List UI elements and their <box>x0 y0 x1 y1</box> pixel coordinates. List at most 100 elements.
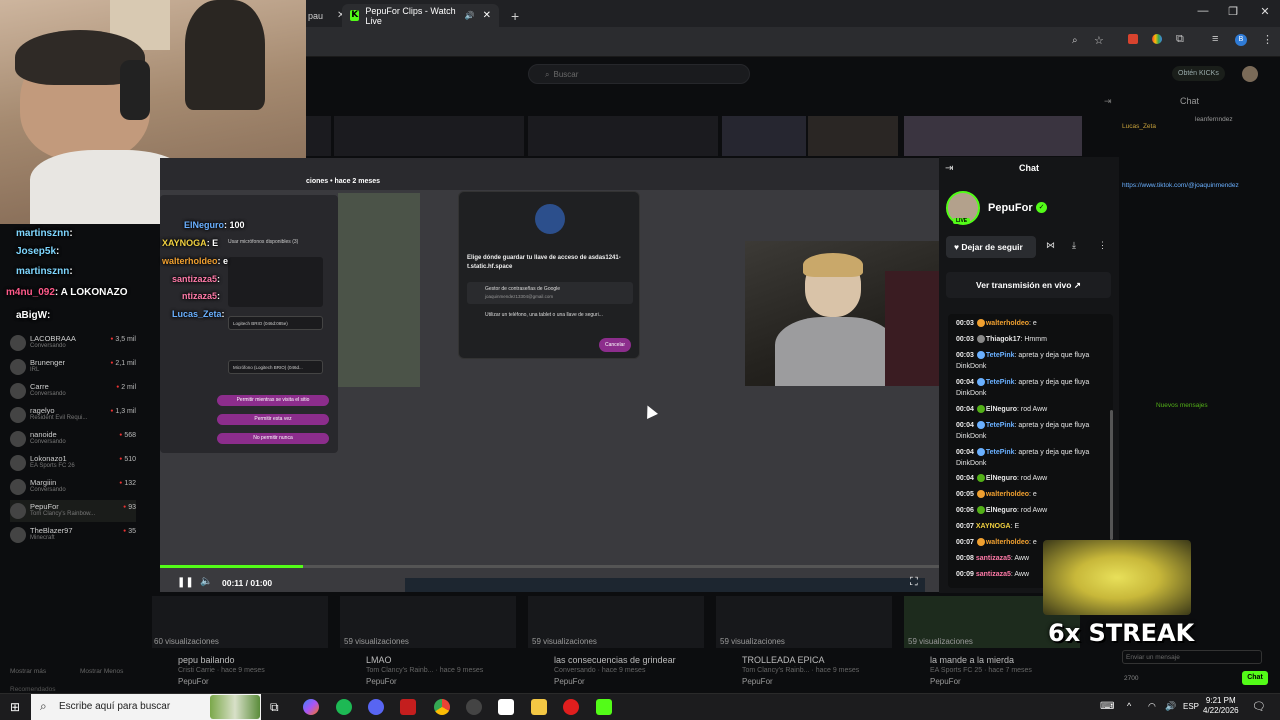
discord-icon[interactable] <box>368 699 384 715</box>
taskbar-clock[interactable]: 9:21 PM 4/22/2026 <box>1203 696 1239 716</box>
bookmark-star-icon[interactable]: ☆ <box>1094 34 1104 47</box>
sidebar-item[interactable]: ragelyoResident Evil Requi... 1,3 mil <box>10 404 136 426</box>
obs-icon[interactable] <box>466 699 482 715</box>
chat-scrollbar[interactable] <box>1110 410 1113 540</box>
spotify-icon[interactable] <box>336 699 352 715</box>
extension-icon[interactable] <box>1128 34 1138 44</box>
message-user[interactable]: ElNeguro <box>986 475 1017 482</box>
speaker-icon[interactable]: 🔊 <box>465 11 475 20</box>
message-user[interactable]: TetePink <box>986 449 1015 456</box>
passkey-cancel-button[interactable]: Cancelar <box>599 338 631 352</box>
bg-chat-send-button[interactable]: Chat <box>1242 671 1268 685</box>
new-tab-button[interactable]: + <box>503 4 523 27</box>
profile-avatar-icon[interactable]: B <box>1235 34 1247 46</box>
unfollow-button[interactable]: ♥ Dejar de seguir <box>946 236 1036 258</box>
thumb-title[interactable]: pepu bailando <box>178 655 235 665</box>
permission-dialog: Usar micrófonos disponibles (3) Logitech… <box>160 195 338 453</box>
volume-icon[interactable]: 🔈 <box>200 576 212 587</box>
maximize-icon[interactable]: ❐ <box>1218 5 1248 18</box>
collapse-chat-icon[interactable]: ⇥ <box>945 163 953 174</box>
message-user[interactable]: TetePink <box>986 379 1015 386</box>
sidebar-item[interactable]: CarreConversando 2 mil <box>10 380 136 402</box>
browser-tab-active[interactable]: K PepuFor Clips - Watch Live 🔊 ✕ <box>342 4 499 27</box>
browser-tab-partial[interactable]: pau ✕ <box>300 4 345 27</box>
close-window-icon[interactable]: ✕ <box>1250 5 1280 18</box>
minimize-icon[interactable]: — <box>1188 5 1218 17</box>
message-user[interactable]: walterholdeo <box>986 539 1029 546</box>
site-search-input[interactable]: ⌕ Buscar <box>528 64 750 84</box>
bg-chat-link[interactable]: https://www.tiktok.com/@joaquinmendez <box>1122 182 1239 189</box>
opera-icon[interactable] <box>563 699 579 715</box>
zoom-icon[interactable]: ⌕ <box>1072 35 1078 46</box>
task-view-icon[interactable]: ⧉ <box>270 700 279 715</box>
wifi-icon[interactable]: ◠ <box>1148 701 1156 712</box>
more-options-icon[interactable]: ⋮ <box>1098 240 1107 251</box>
menu-dots-icon[interactable]: ⋮ <box>1262 33 1273 46</box>
show-more-link[interactable]: Mostrar más <box>10 668 46 675</box>
windows-start-icon[interactable]: ⊞ <box>10 700 20 714</box>
extensions-puzzle-icon[interactable]: ⧉ <box>1176 33 1184 46</box>
media-control-icon[interactable]: ≡ <box>1212 33 1218 45</box>
sub-badge-icon <box>976 351 985 360</box>
keyboard-icon[interactable]: ⌨ <box>1100 701 1114 712</box>
thumb-channel[interactable]: PepuFor <box>178 677 209 686</box>
passkey-option-google[interactable]: Gestor de contraseñas de Google joaquinm… <box>467 282 633 304</box>
sidebar-item[interactable]: TheBlazer97Minecraft 35 <box>10 524 136 546</box>
sidebar-item[interactable]: nanoideConversando 568 <box>10 428 136 450</box>
share-icon[interactable]: ⋈ <box>1046 240 1055 251</box>
copilot-icon[interactable] <box>303 699 319 715</box>
message-user[interactable]: XAYNOGA <box>976 523 1011 530</box>
thumb-channel[interactable]: PepuFor <box>930 677 961 686</box>
message-user[interactable]: ElNeguro <box>986 406 1017 413</box>
bg-chat-input[interactable]: Enviar un mensaje <box>1122 650 1262 664</box>
thumb-title[interactable]: las consecuencias de grindear <box>554 655 676 665</box>
speaker-icon[interactable]: 🔊 <box>1165 701 1176 712</box>
sidebar-item[interactable]: PepuForTom Clancy's Rainbow... 93 <box>10 500 136 522</box>
fullscreen-icon[interactable]: ⛶ <box>910 576 918 589</box>
user-badge-icon <box>976 506 985 515</box>
user-avatar[interactable] <box>1242 66 1258 82</box>
sub-badge-icon <box>976 421 985 430</box>
chrome-icon[interactable] <box>434 699 450 715</box>
thumb-channel[interactable]: PepuFor <box>554 677 585 686</box>
keyboard-language[interactable]: ESP <box>1183 702 1199 711</box>
notifications-icon[interactable]: 🗨 <box>1252 700 1266 713</box>
perm-deny-button[interactable]: No permitir nunca <box>217 433 329 444</box>
tray-arrow-icon[interactable]: ^ <box>1127 701 1131 711</box>
close-icon[interactable]: ✕ <box>483 10 491 21</box>
message-user[interactable]: santizaza5 <box>976 571 1011 578</box>
sidebar-item[interactable]: Lokonazo1EA Sports FC 26 510 <box>10 452 136 474</box>
watch-live-button[interactable]: Ver transmisión en vivo ↗ <box>946 272 1111 298</box>
capcut-icon[interactable] <box>498 699 514 715</box>
perm-allow-always-button[interactable]: Permitir mientras se visita el sitio <box>217 395 329 406</box>
get-kicks-button[interactable]: Obtén KICKs <box>1172 66 1225 81</box>
sidebar-item[interactable]: MargiiinConversando 132 <box>10 476 136 498</box>
perm-camera-select[interactable]: Logitech BRIO (046d:085e) <box>228 316 323 330</box>
perm-mic-select[interactable]: Micrófono (Logitech BRIO) (046d... <box>228 360 323 374</box>
message-user[interactable]: walterholdeo <box>986 320 1029 327</box>
download-icon[interactable]: ⤓ <box>1072 240 1076 251</box>
sidebar-item[interactable]: LACOBRAAAConversando 3,5 mil <box>10 332 136 354</box>
channel-name[interactable]: PepuFor <box>988 202 1033 214</box>
collapse-chat-icon[interactable]: ⇥ <box>1104 96 1112 107</box>
app-icon[interactable] <box>400 699 416 715</box>
message-user[interactable]: TetePink <box>986 352 1015 359</box>
sidebar-item[interactable]: BrunengerIRL 2,1 mil <box>10 356 136 378</box>
thumb-title[interactable]: TROLLEADA EPICA <box>742 655 825 665</box>
file-explorer-icon[interactable] <box>531 699 547 715</box>
thumb-channel[interactable]: PepuFor <box>366 677 397 686</box>
kick-app-icon[interactable] <box>596 699 612 715</box>
extension-2-icon[interactable] <box>1152 34 1162 44</box>
message-user[interactable]: Thiagok17 <box>986 336 1021 343</box>
pause-icon[interactable]: ❚❚ <box>177 577 194 588</box>
message-user[interactable]: santizaza5 <box>976 555 1011 562</box>
message-user[interactable]: ElNeguro <box>986 507 1017 514</box>
passkey-option-phone[interactable]: Utilizar un teléfono, una tablet o una l… <box>485 312 603 318</box>
perm-allow-once-button[interactable]: Permitir esta vez <box>217 414 329 425</box>
message-user[interactable]: TetePink <box>986 422 1015 429</box>
thumb-title[interactable]: LMAO <box>366 655 392 665</box>
message-user[interactable]: walterholdeo <box>986 491 1029 498</box>
thumb-channel[interactable]: PepuFor <box>742 677 773 686</box>
thumb-title[interactable]: la mande a la mierda <box>930 655 1014 665</box>
show-less-link[interactable]: Mostrar Menos <box>80 668 123 675</box>
